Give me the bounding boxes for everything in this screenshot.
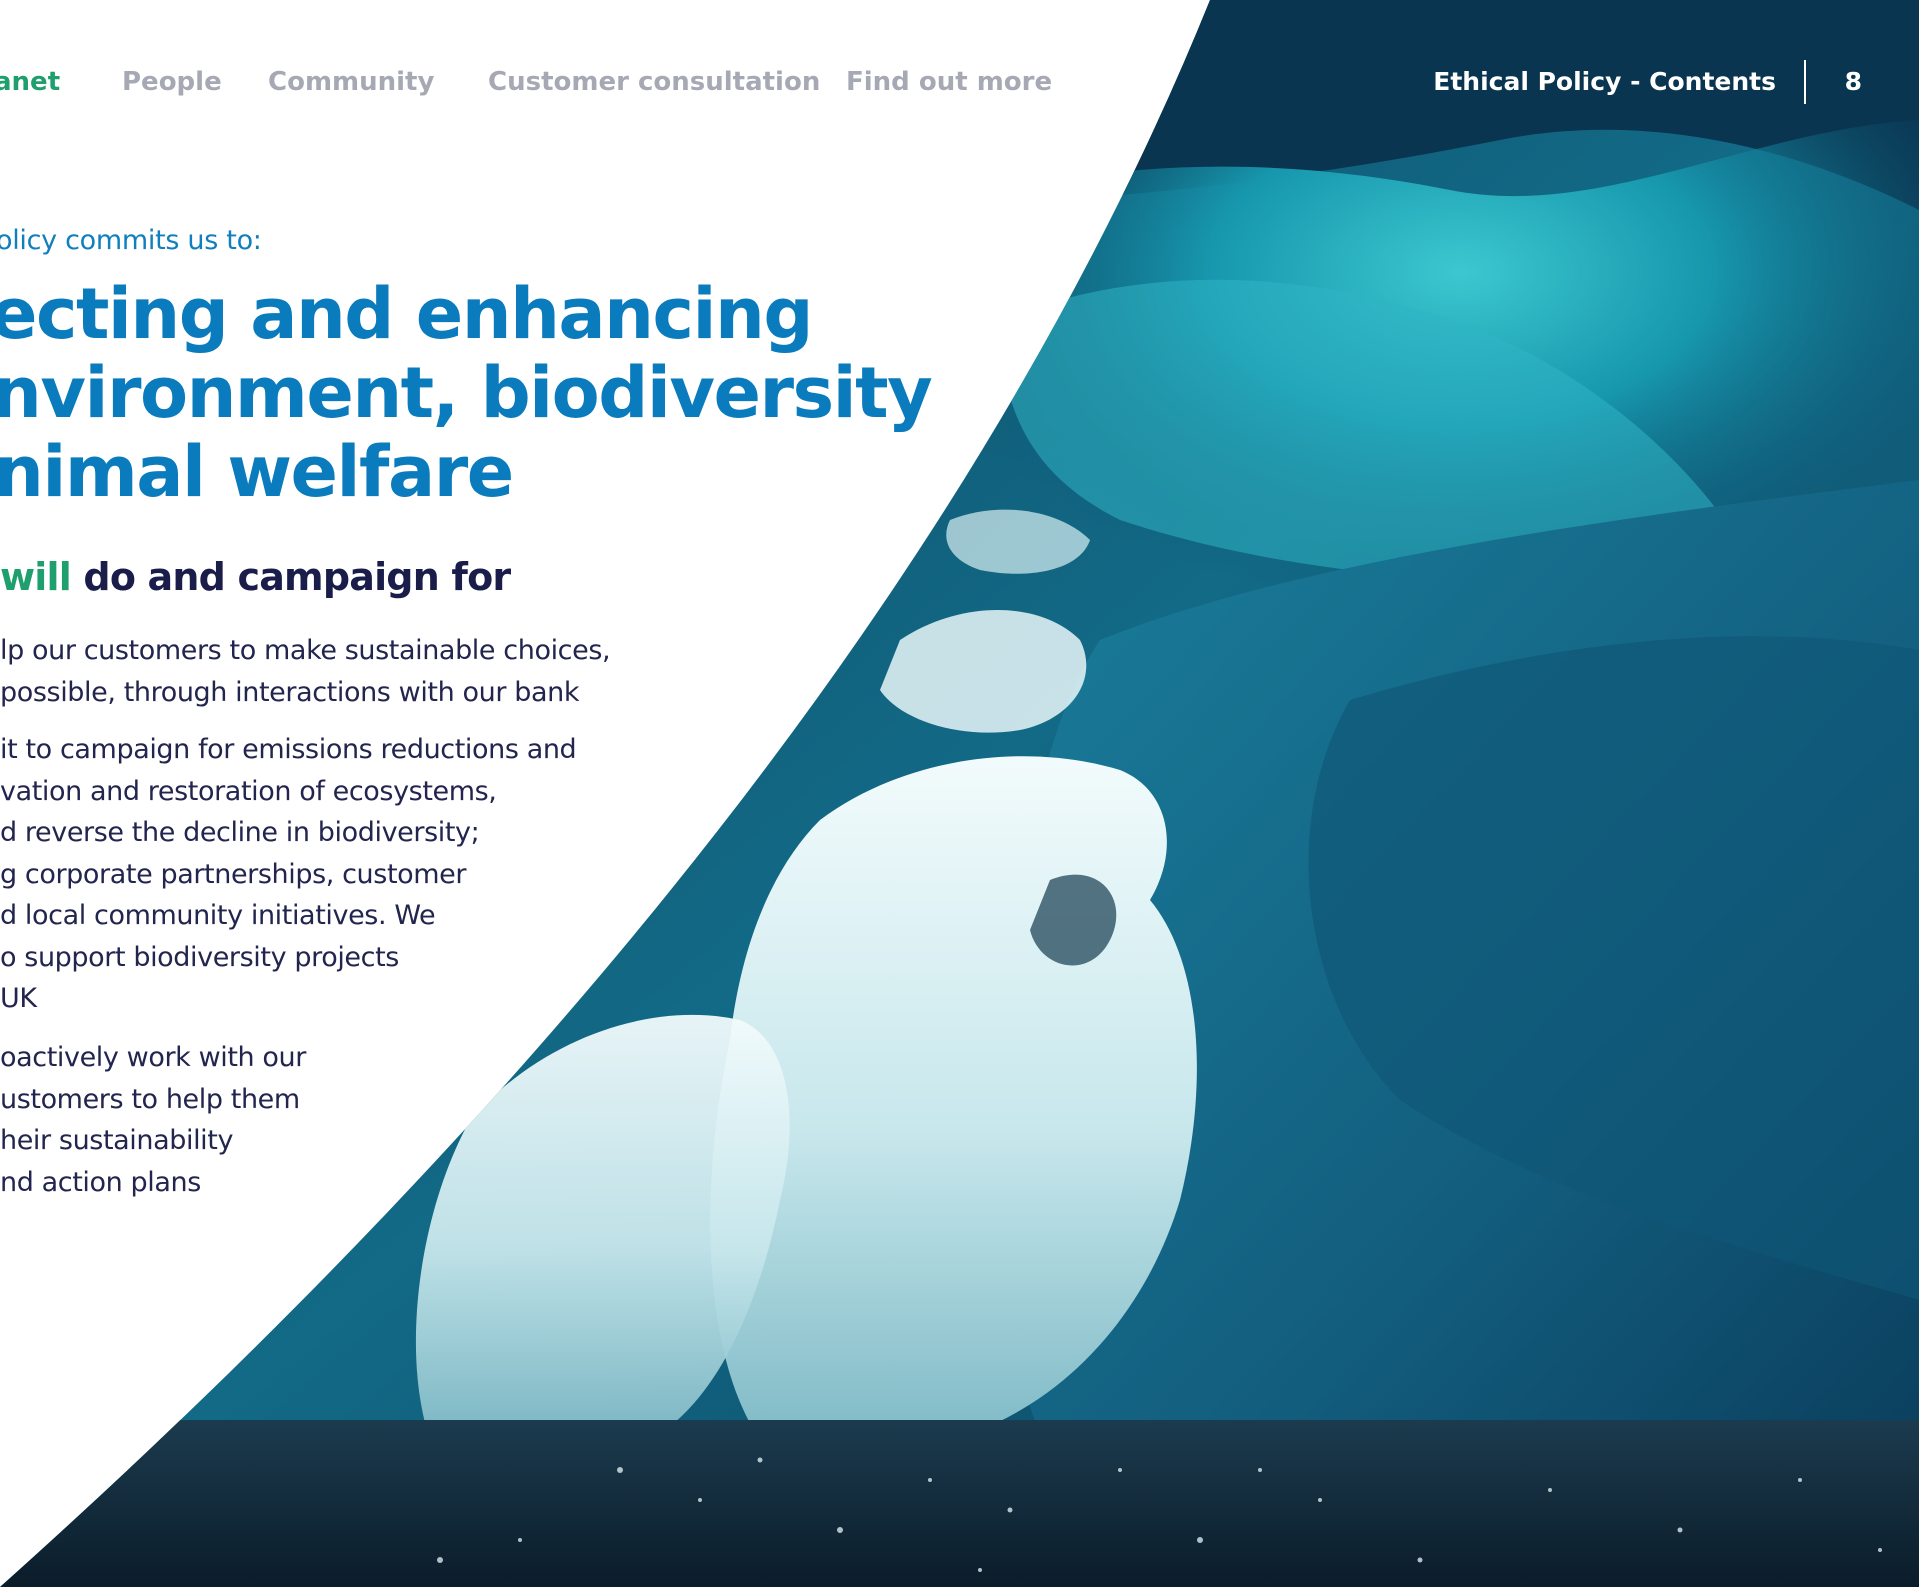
header-divider: [1804, 60, 1806, 104]
commitment-line: ustomers to help them: [0, 1083, 300, 1115]
commitment-line: vation and restoration of ecosystems,: [0, 775, 497, 807]
commitment-line: lp our customers to make sustainable cho…: [0, 635, 611, 666]
nav-item-planet[interactable]: anet: [0, 62, 60, 102]
header-right: Ethical Policy - Contents 8: [1433, 60, 1919, 104]
commitment-line: g corporate partnerships, customer: [0, 858, 467, 890]
headline-line-3: nimal welfare: [0, 431, 514, 513]
commitment-line: possible, through interactions with our …: [0, 676, 580, 708]
page-number: 8: [1844, 67, 1862, 96]
subhead-accent: will: [0, 555, 72, 599]
commitment-item: it to campaign for emissions reductions …: [0, 729, 577, 1020]
commitment-line: d local community initiatives. We: [0, 900, 436, 931]
commitment-line: UK: [0, 983, 37, 1014]
nav-item-find-out-more[interactable]: Find out more: [846, 62, 1052, 102]
nav-item-community[interactable]: Community: [268, 62, 434, 102]
page-headline: ecting and enhancing nvironment, biodive…: [0, 273, 933, 513]
commitment-item: lp our customers to make sustainable cho…: [0, 630, 611, 713]
commitment-line: nd action plans: [0, 1166, 201, 1198]
commitment-item: oactively work with our ustomers to help…: [0, 1037, 306, 1203]
contents-link[interactable]: Ethical Policy - Contents: [1433, 62, 1776, 102]
headline-line-1: ecting and enhancing: [0, 273, 813, 355]
commitment-line: heir sustainability: [0, 1125, 234, 1156]
nav-item-customer-consultation[interactable]: Customer consultation: [488, 62, 820, 102]
commitment-line: d reverse the decline in biodiversity;: [0, 817, 480, 848]
headline-line-2: nvironment, biodiversity: [0, 352, 933, 434]
commitment-line: it to campaign for emissions reductions …: [0, 734, 577, 765]
section-subhead: will do and campaign for: [0, 555, 511, 599]
intro-kicker: olicy commits us to:: [0, 225, 262, 256]
commitment-line: oactively work with our: [0, 1042, 306, 1073]
subhead-text: do and campaign for: [70, 555, 511, 599]
commitment-line: o support biodiversity projects: [0, 941, 399, 973]
ethical-policy-page: anet People Community Customer consultat…: [0, 0, 1919, 1587]
nav-item-people[interactable]: People: [122, 62, 222, 102]
